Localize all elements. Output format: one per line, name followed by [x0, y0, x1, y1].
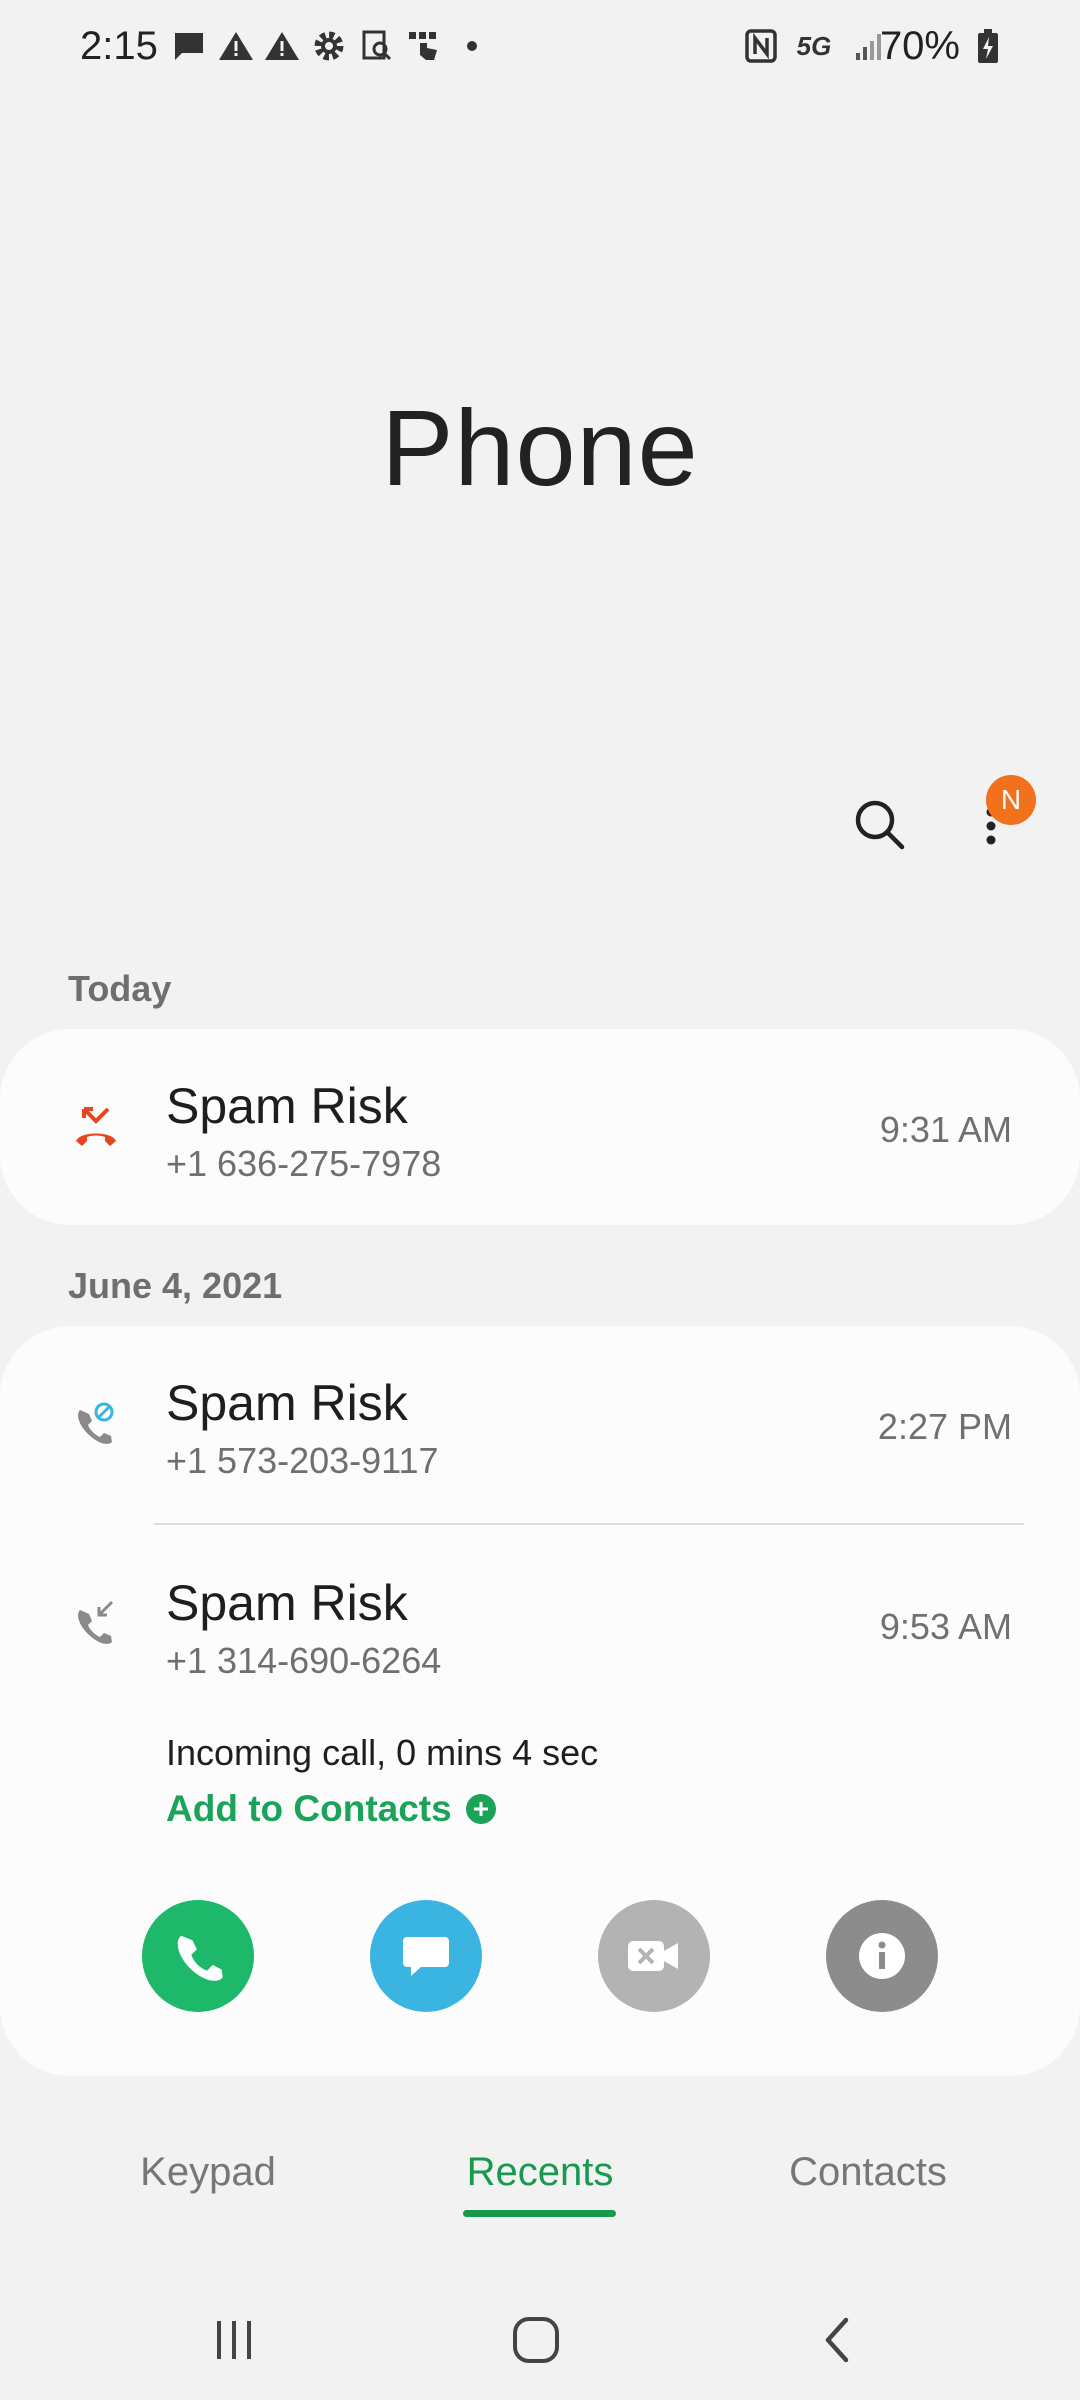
add-to-contacts-label: Add to Contacts: [166, 1788, 452, 1829]
call-detail-text: Incoming call, 0 mins 4 sec: [166, 1732, 599, 1773]
battery-charging-icon: [976, 26, 1000, 66]
back-arrow-icon: [825, 2317, 849, 2363]
nfc-icon: [744, 26, 778, 66]
recent-apps-icon: [217, 2321, 251, 2359]
tab-selected-indicator: [463, 2210, 616, 2217]
call-button[interactable]: [142, 1900, 254, 2012]
caller-number: +1 314-690-6264: [166, 1640, 442, 1681]
tab-contacts[interactable]: Contacts: [738, 2150, 998, 2195]
call-time: 9:53 AM: [879, 1606, 1012, 1647]
add-circle-icon: [465, 1794, 496, 1824]
call-time: 9:31 AM: [879, 1109, 1012, 1150]
home-icon: [513, 2317, 559, 2363]
call-time: 2:27 PM: [877, 1406, 1012, 1447]
home-button[interactable]: [496, 2310, 576, 2370]
blocked-call-icon: [72, 1398, 120, 1446]
message-notification-icon: [172, 26, 206, 66]
video-call-button[interactable]: [598, 1900, 710, 2012]
caller-name: Spam Risk: [166, 1375, 408, 1431]
network-type-label: 5G: [796, 30, 832, 61]
screen-search-icon: [360, 26, 394, 66]
caller-number: +1 636-275-7978: [166, 1143, 442, 1184]
info-icon: [859, 1933, 905, 1979]
message-icon: [403, 1937, 449, 1976]
touch-gesture-icon: [406, 26, 442, 66]
section-header-today: Today: [68, 968, 172, 1009]
caller-name: Spam Risk: [166, 1575, 408, 1631]
search-icon: [855, 800, 905, 850]
notification-badge: N: [986, 775, 1036, 825]
video-call-off-icon: [628, 1941, 678, 1971]
incoming-call-icon: [72, 1598, 120, 1646]
missed-call-icon: [72, 1105, 120, 1149]
call-log-row[interactable]: Spam Risk +1 636-275-7978 9:31 AM: [0, 1029, 1080, 1225]
message-button[interactable]: [370, 1900, 482, 2012]
status-time: 2:15: [80, 24, 158, 68]
more-notifications-dot-icon: [465, 26, 479, 66]
phone-icon: [177, 1935, 223, 1981]
tab-recents[interactable]: Recents: [410, 2150, 670, 2195]
call-details-button[interactable]: [826, 1900, 938, 2012]
page-title: Phone: [381, 387, 699, 508]
row-divider: [154, 1523, 1024, 1525]
caller-name: Spam Risk: [166, 1078, 408, 1134]
tab-keypad[interactable]: Keypad: [78, 2150, 338, 2195]
search-button[interactable]: [850, 795, 910, 855]
warning-icon: [218, 26, 254, 66]
recent-apps-button[interactable]: [194, 2310, 274, 2370]
call-log-row[interactable]: Spam Risk +1 573-203-9117 2:27 PM: [0, 1326, 1080, 1522]
section-header-date: June 4, 2021: [68, 1265, 283, 1306]
settings-gear-icon: [312, 26, 346, 66]
back-button[interactable]: [798, 2310, 878, 2370]
warning-icon: [264, 26, 300, 66]
battery-percentage: 70%: [879, 24, 960, 68]
caller-number: +1 573-203-9117: [166, 1440, 439, 1481]
call-log-row-expanded[interactable]: Spam Risk +1 314-690-6264 9:53 AM: [0, 1526, 1080, 1722]
add-to-contacts-link[interactable]: Add to Contacts: [166, 1788, 496, 1830]
